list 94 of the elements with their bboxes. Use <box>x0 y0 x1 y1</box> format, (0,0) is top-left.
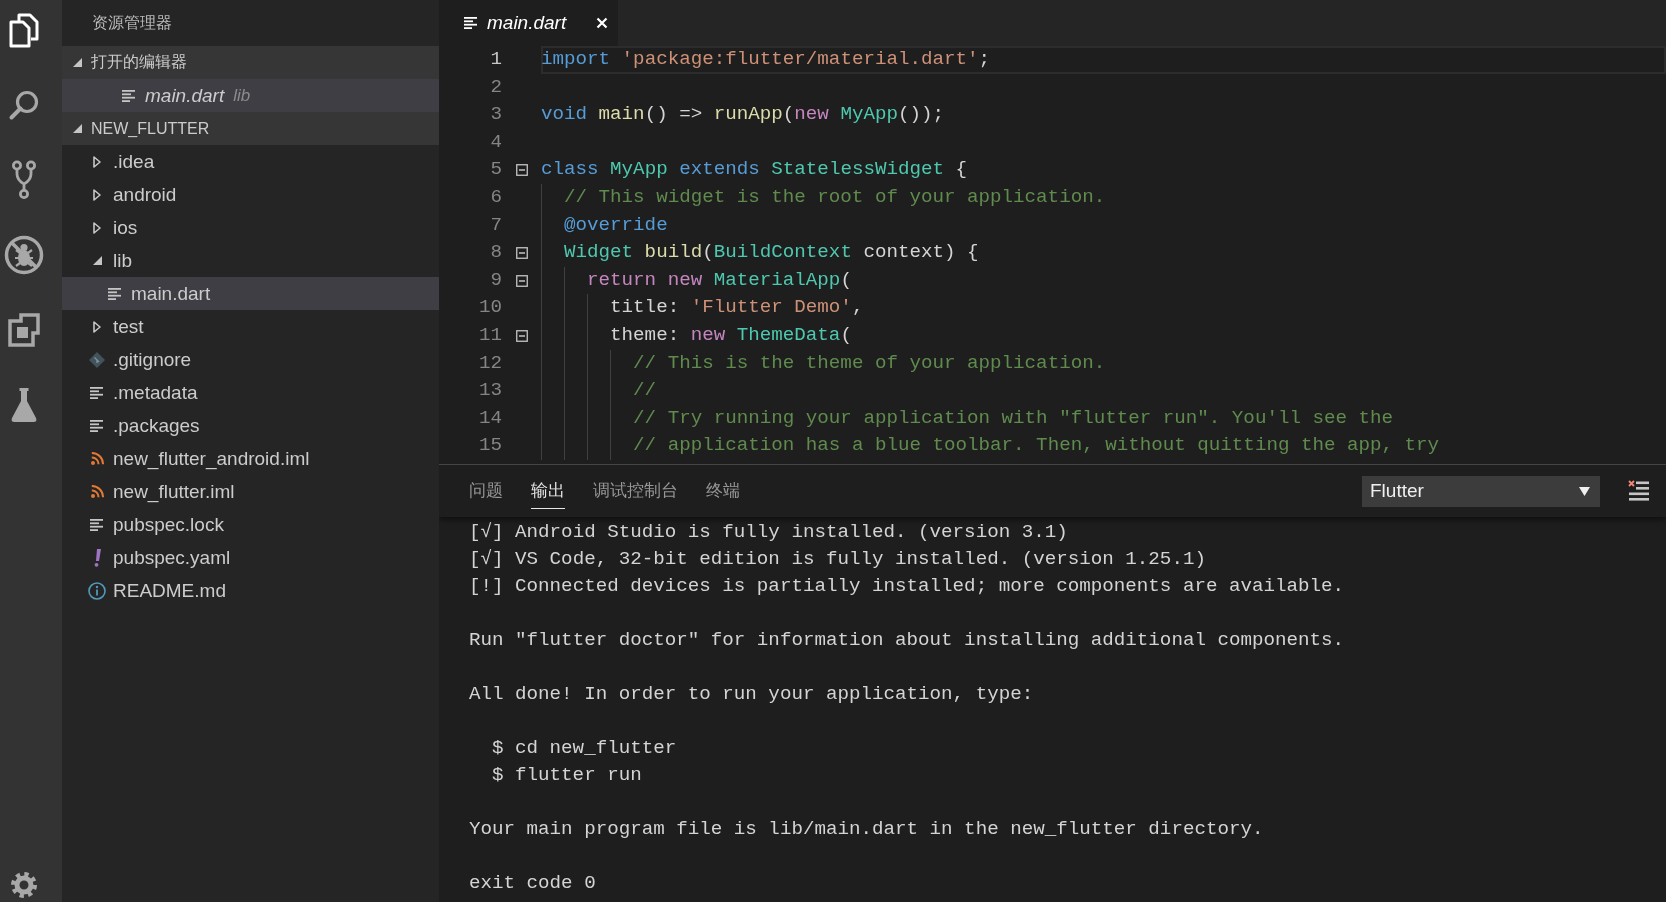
output-line: All done! In order to run your application, type: <box>469 683 1034 705</box>
code-line: // Try running your application with "flutter run". You'll see the <box>633 405 1394 431</box>
panel-tab[interactable]: 输出 <box>531 473 565 509</box>
triangle-right-icon[interactable] <box>93 188 101 201</box>
panel-tab[interactable]: 问题 <box>469 473 503 509</box>
tree-item[interactable]: ios <box>62 211 439 244</box>
code-line: class MyApp extends StatelessWidget { <box>541 157 968 183</box>
rss-icon <box>90 485 104 498</box>
document-lines-icon <box>122 89 136 102</box>
tree-item[interactable]: lib <box>62 244 439 277</box>
code-line: // This widget is the root of your application. <box>564 184 1106 210</box>
output-line: [√] Android Studio is fully installed. (version 3.1) <box>469 521 1068 543</box>
output-line: $ flutter run <box>492 764 642 786</box>
output-line: [√] VS Code, 32-bit edition is fully installed. (version 1.25.1) <box>469 548 1206 570</box>
document-lines-icon <box>108 287 122 300</box>
code-line: return new MaterialApp( <box>587 267 852 293</box>
code-line: // <box>633 378 657 404</box>
line-number: 9 <box>489 267 502 293</box>
tree-item[interactable]: pubspec.lock <box>62 508 439 541</box>
panel-tab[interactable]: 调试控制台 <box>593 473 678 509</box>
tree-item[interactable]: new_flutter.iml <box>62 475 439 508</box>
output-line: exit code 0 <box>469 872 596 894</box>
tree-item[interactable]: pubspec.yaml <box>62 541 439 574</box>
code-line: void main() => runApp(new MyApp()); <box>541 102 945 128</box>
tree-item[interactable]: README.md <box>62 574 439 607</box>
code-line: Widget build(BuildContext context) { <box>564 240 979 266</box>
line-number: 13 <box>477 378 502 404</box>
close-icon[interactable] <box>596 17 609 29</box>
collapse-icon[interactable] <box>515 329 528 342</box>
code-line: title: 'Flutter Demo', <box>610 295 864 321</box>
squares-icon[interactable] <box>8 313 40 347</box>
section-header[interactable]: 打开的编辑器 <box>62 46 439 79</box>
rss-icon <box>90 452 104 465</box>
exclamation-icon <box>93 548 101 567</box>
output-line: Run "flutter doctor" for information about installing additional components. <box>469 629 1345 651</box>
code-line: // application has a blue toolbar. Then, without quitting the app, try <box>633 433 1440 459</box>
line-number: 4 <box>489 129 502 155</box>
output-channel-dropdown[interactable]: Flutter <box>1362 475 1600 507</box>
document-lines-icon <box>90 518 104 531</box>
code-line: import 'package:flutter/material.dart'; <box>541 47 991 72</box>
line-number: 11 <box>477 322 502 348</box>
tree-item[interactable]: .gitignore <box>62 343 439 376</box>
line-number: 1 <box>489 47 502 72</box>
line-number: 5 <box>489 157 502 183</box>
caret-icon <box>1579 486 1590 496</box>
line-number: 7 <box>489 212 502 238</box>
code-line: // This is the theme of your application. <box>633 350 1106 376</box>
output-line: $ cd new_flutter <box>492 737 677 759</box>
document-lines-icon <box>464 17 478 29</box>
settings-icon[interactable] <box>10 871 38 899</box>
collapse-icon[interactable] <box>515 246 528 259</box>
document-lines-icon <box>90 419 104 432</box>
line-number: 3 <box>489 102 502 128</box>
document-lines-icon <box>90 386 104 399</box>
triangle-right-icon[interactable] <box>93 320 101 333</box>
output-line: Your main program file is lib/main.dart in the new_flutter directory. <box>469 818 1264 840</box>
line-number: 10 <box>477 295 502 321</box>
tree-item[interactable]: .packages <box>62 409 439 442</box>
diamond-icon <box>89 351 105 368</box>
panel-tab[interactable]: 终端 <box>706 473 740 509</box>
line-number: 14 <box>477 405 502 431</box>
code-line: @override <box>564 212 668 238</box>
info-icon <box>88 581 106 600</box>
tree-item[interactable]: .metadata <box>62 376 439 409</box>
tree-item[interactable]: android <box>62 178 439 211</box>
triangle-right-icon[interactable] <box>93 155 101 168</box>
line-number: 15 <box>477 433 502 459</box>
tree-item[interactable]: test <box>62 310 439 343</box>
output-line: [!] Connected devices is partially installed; more components are available. <box>469 575 1345 597</box>
tree-item[interactable]: new_flutter_android.iml <box>62 442 439 475</box>
search-icon[interactable] <box>8 89 40 121</box>
line-number: 6 <box>489 184 502 210</box>
triangle-down-icon[interactable] <box>73 124 82 133</box>
section-header[interactable]: NEW_FLUTTER <box>62 112 439 145</box>
triangle-right-icon[interactable] <box>93 221 101 234</box>
line-number: 8 <box>489 240 502 266</box>
tree-item[interactable]: main.dart <box>62 277 439 310</box>
path-hint: lib <box>233 85 251 106</box>
files-icon[interactable] <box>9 12 39 48</box>
triangle-down-icon[interactable] <box>92 256 102 265</box>
flask-icon[interactable] <box>9 387 39 423</box>
triangle-down-icon[interactable] <box>73 58 82 67</box>
line-number: 12 <box>477 350 502 376</box>
branch-icon[interactable] <box>12 160 36 200</box>
editor-tab[interactable]: main.dart <box>439 0 619 46</box>
tree-item[interactable]: .idea <box>62 145 439 178</box>
open-editor-item[interactable]: main.dart lib <box>62 79 439 112</box>
clear-output-icon[interactable] <box>1628 480 1650 502</box>
crossed-bug-icon[interactable] <box>4 235 44 275</box>
explorer-title: 资源管理器 <box>92 12 172 33</box>
code-line: theme: new ThemeData( <box>610 322 852 348</box>
collapse-icon[interactable] <box>515 164 528 177</box>
collapse-icon[interactable] <box>515 274 528 287</box>
line-number: 2 <box>489 74 502 100</box>
